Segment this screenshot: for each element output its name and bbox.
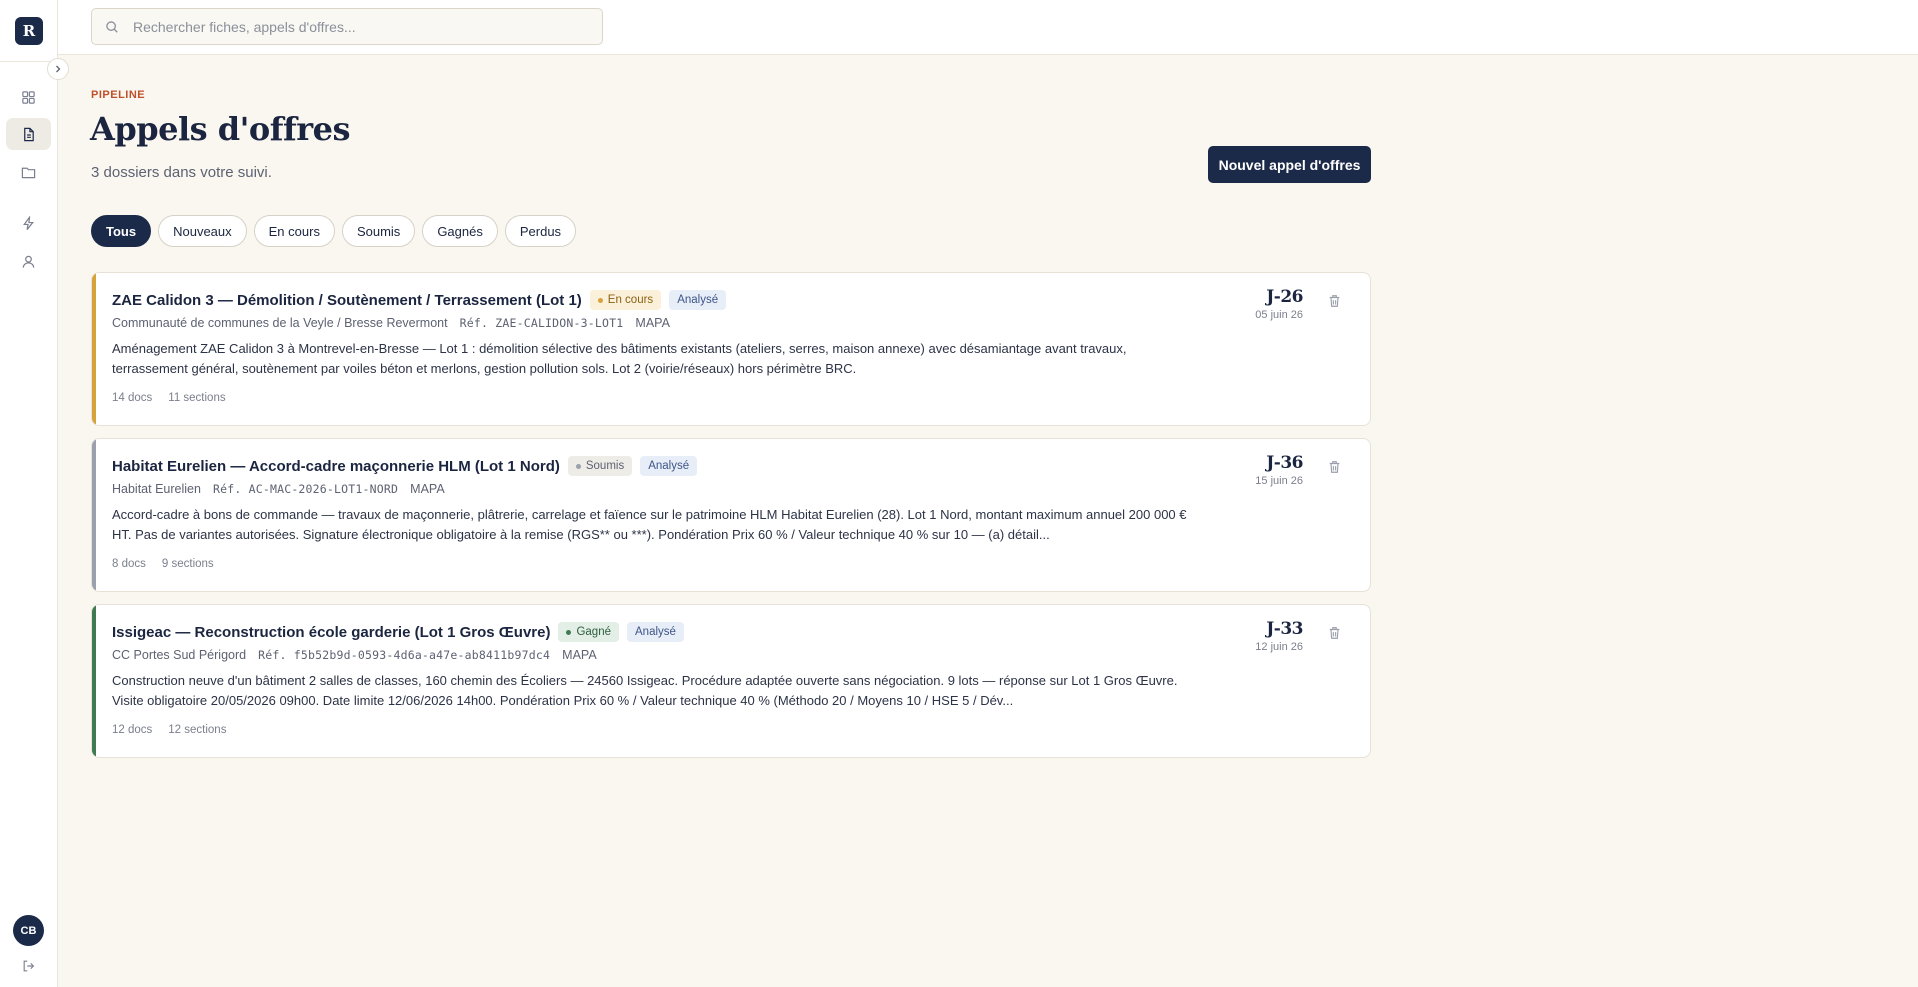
- procedure-type: MAPA: [410, 482, 445, 496]
- tender-reference: Réf. ZAE-CALIDON-3-LOT1: [459, 316, 624, 330]
- deadline-date: 05 juin 26: [1255, 309, 1303, 321]
- sidebar-item-dashboard[interactable]: [6, 81, 51, 113]
- new-tender-button[interactable]: Nouvel appel d'offres: [1208, 146, 1371, 183]
- logo-letter: R: [22, 22, 36, 40]
- deadline-date: 15 juin 26: [1255, 475, 1303, 487]
- tender-title[interactable]: Issigeac — Reconstruction école garderie…: [112, 624, 550, 641]
- status-filters: Tous Nouveaux En cours Soumis Gagnés Per…: [91, 215, 577, 247]
- filter-en-cours[interactable]: En cours: [253, 215, 335, 247]
- docs-count: 12 docs: [112, 724, 153, 736]
- delete-button[interactable]: [1326, 459, 1342, 475]
- tender-description: Construction neuve d'un bâtiment 2 salle…: [112, 673, 1178, 708]
- chevron-right-icon: [56, 65, 61, 73]
- docs-count: 14 docs: [112, 392, 153, 404]
- buyer-name: CC Portes Sud Périgord: [112, 648, 247, 662]
- sidebar-item-dossiers[interactable]: [6, 156, 51, 188]
- lightning-icon: [23, 215, 34, 230]
- status-accent-bar: [92, 605, 96, 757]
- status-accent-bar: [92, 273, 96, 425]
- deadline-countdown: J-33: [1266, 619, 1303, 639]
- tender-card[interactable]: ZAE Calidon 3 — Démolition / Soutènement…: [91, 272, 1371, 426]
- delete-button[interactable]: [1326, 625, 1342, 641]
- tender-reference: Réf. f5b52b9d-0593-4d6a-a47e-ab8411b97dc…: [258, 648, 551, 662]
- sidebar-collapse-button[interactable]: [47, 58, 69, 80]
- status-dot: [566, 629, 572, 635]
- dashboard-icon: [22, 90, 35, 104]
- search-bar[interactable]: [91, 8, 603, 45]
- avatar-initials: CB: [20, 924, 37, 937]
- buyer-name: Habitat Eurelien: [112, 482, 201, 496]
- logout-icon: [23, 960, 35, 972]
- folder-icon: [21, 167, 36, 178]
- status-label: Gagné: [576, 626, 611, 638]
- analysis-badge: Analysé: [627, 622, 684, 642]
- procedure-type: MAPA: [635, 316, 670, 330]
- procedure-type: MAPA: [562, 648, 597, 662]
- sidebar-item-profile[interactable]: [6, 245, 51, 277]
- sidebar-item-automations[interactable]: [6, 207, 51, 239]
- topbar: [58, 0, 1918, 55]
- buyer-name: Communauté de communes de la Veyle / Bre…: [112, 316, 448, 330]
- deadline-countdown: J-26: [1266, 287, 1303, 307]
- sidebar-item-appels-offres[interactable]: [6, 118, 51, 150]
- trash-icon: [1329, 295, 1339, 307]
- filter-tous[interactable]: Tous: [91, 215, 152, 247]
- status-label: Soumis: [585, 460, 625, 472]
- page-subtitle: 3 dossiers dans votre suivi.: [91, 164, 272, 181]
- document-icon: [24, 127, 34, 141]
- avatar[interactable]: CB: [13, 915, 44, 946]
- status-badge: En cours: [589, 290, 662, 310]
- filter-soumis[interactable]: Soumis: [341, 215, 416, 247]
- deadline: J-26 05 juin 26: [1255, 287, 1303, 321]
- tender-title[interactable]: Habitat Eurelien — Accord-cadre maçonner…: [112, 458, 560, 475]
- status-accent-bar: [92, 439, 96, 591]
- trash-icon: [1329, 461, 1339, 473]
- sections-count: 9 sections: [161, 558, 214, 570]
- tender-title[interactable]: ZAE Calidon 3 — Démolition / Soutènement…: [112, 292, 582, 309]
- tender-description: Accord-cadre à bons de commande — travau…: [112, 507, 1187, 542]
- filter-perdus[interactable]: Perdus: [504, 215, 577, 247]
- analysis-badge: Analysé: [669, 290, 727, 310]
- tender-description: Aménagement ZAE Calidon 3 à Montrevel-en…: [112, 341, 1127, 376]
- status-label: En cours: [607, 294, 654, 306]
- delete-button[interactable]: [1326, 293, 1342, 309]
- logout-button[interactable]: [20, 957, 38, 975]
- trash-icon: [1329, 627, 1339, 639]
- tender-card[interactable]: Issigeac — Reconstruction école garderie…: [91, 604, 1371, 758]
- docs-count: 8 docs: [112, 558, 146, 570]
- search-icon: [105, 19, 121, 35]
- tender-reference: Réf. AC-MAC-2026-LOT1-NORD: [212, 482, 399, 496]
- app-logo[interactable]: R: [15, 17, 43, 45]
- search-input[interactable]: [133, 18, 583, 35]
- tender-card[interactable]: Habitat Eurelien — Accord-cadre maçonner…: [91, 438, 1371, 592]
- filter-nouveaux[interactable]: Nouveaux: [158, 215, 247, 247]
- page-eyebrow: PIPELINE: [91, 89, 146, 101]
- sections-count: 11 sections: [168, 392, 226, 404]
- analysis-badge: Analysé: [640, 456, 698, 476]
- deadline: J-36 15 juin 26: [1255, 453, 1303, 487]
- status-dot: [597, 297, 603, 303]
- filter-gagnes[interactable]: Gagnés: [422, 215, 498, 247]
- status-badge: Soumis: [567, 456, 633, 476]
- status-dot: [575, 463, 581, 469]
- user-icon: [22, 255, 35, 268]
- deadline: J-33 12 juin 26: [1255, 619, 1303, 653]
- status-badge: Gagné: [558, 622, 619, 642]
- sidebar: R CB: [0, 0, 58, 987]
- deadline-date: 12 juin 26: [1255, 641, 1303, 653]
- page-title: Appels d'offres: [90, 110, 351, 148]
- deadline-countdown: J-36: [1266, 453, 1303, 473]
- sections-count: 12 sections: [168, 724, 227, 736]
